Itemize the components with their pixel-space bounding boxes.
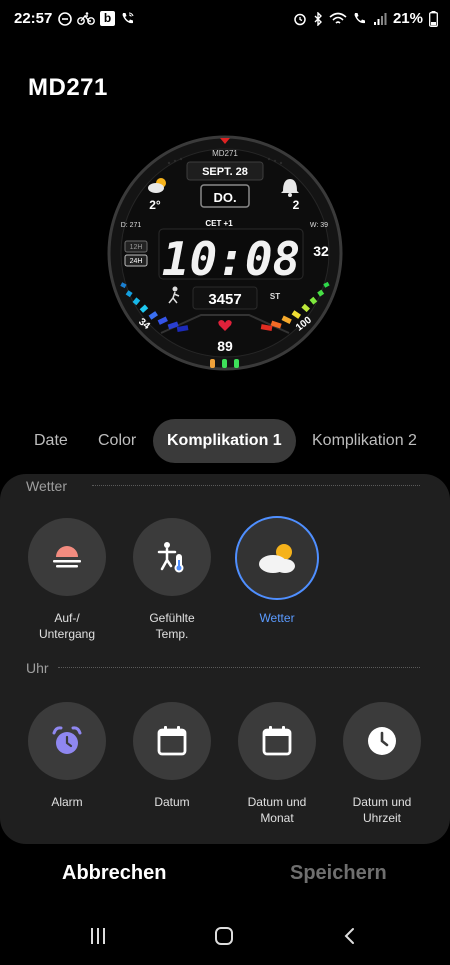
save-button[interactable]: Speichern bbox=[290, 862, 387, 885]
feels-like-temp-icon bbox=[157, 542, 184, 573]
watch-face-title: MD271 bbox=[28, 74, 108, 101]
watch-alarm-count: 2 bbox=[293, 198, 300, 212]
watch-date: SEPT. 28 bbox=[202, 166, 248, 178]
call-icon bbox=[354, 12, 365, 23]
bike-icon bbox=[77, 11, 95, 25]
watch-heart-rate: 89 bbox=[217, 338, 233, 354]
option-sunrise-sunset[interactable]: Auf-/ Untergang bbox=[12, 518, 122, 642]
option-label: Auf-/ Untergang bbox=[38, 611, 96, 641]
alarm-clock-icon bbox=[52, 726, 82, 754]
option-label: Datum bbox=[154, 795, 190, 809]
home-button[interactable] bbox=[204, 921, 244, 951]
battery-percent: 21% bbox=[392, 10, 423, 27]
weather-icon bbox=[259, 544, 295, 573]
watch-timezone: CET +1 bbox=[205, 219, 233, 228]
section-divider bbox=[58, 667, 420, 668]
system-nav-bar bbox=[0, 905, 450, 965]
option-label: Datum und Monat bbox=[247, 795, 307, 825]
watch-day-of-year: D: 271 bbox=[121, 222, 142, 229]
calendar-month-icon bbox=[262, 726, 292, 756]
tab-date[interactable]: Date bbox=[34, 419, 68, 463]
back-icon bbox=[344, 928, 354, 944]
recent-apps-icon bbox=[91, 928, 105, 944]
tab-komplikation-1[interactable]: Komplikation 1 bbox=[153, 419, 296, 463]
battery-icon bbox=[429, 10, 438, 27]
watch-steps: 3457 bbox=[208, 291, 241, 308]
watch-face-preview: MD271 SEPT. 28 DO. 2° 2 D: 271 CET +1 W:… bbox=[107, 135, 343, 371]
watch-temperature: 2° bbox=[149, 198, 161, 212]
section-divider bbox=[92, 485, 420, 486]
alarm-icon bbox=[294, 13, 306, 25]
option-weather[interactable]: Wetter bbox=[222, 516, 332, 626]
watch-steps-unit: ST bbox=[270, 292, 280, 301]
status-time: 22:57 bbox=[14, 10, 53, 27]
watch-seconds: 32 bbox=[313, 243, 329, 259]
section-title-weather: Wetter bbox=[26, 478, 67, 494]
status-bar: 22:57 b 21% bbox=[0, 0, 450, 40]
watch-format-24h: 24H bbox=[130, 258, 143, 265]
wifi-icon bbox=[329, 12, 347, 24]
minus-circle-icon bbox=[58, 11, 72, 26]
calendar-icon bbox=[157, 726, 187, 756]
complication-panel: Wetter Auf-/ Untergang Gefühlte Temp. We… bbox=[0, 474, 450, 844]
watch-time: 10:08 bbox=[162, 232, 300, 286]
tab-bar: Date Color Komplikation 1 Komplikation 2 bbox=[0, 419, 422, 463]
home-icon bbox=[215, 927, 233, 945]
option-date[interactable]: Datum bbox=[117, 702, 227, 810]
watch-week: W: 39 bbox=[310, 222, 328, 229]
cancel-button[interactable]: Abbrechen bbox=[62, 862, 166, 885]
b-app-icon: b bbox=[100, 11, 115, 26]
watch-brand: MD271 bbox=[212, 149, 238, 158]
option-label: Datum und Uhrzeit bbox=[352, 795, 412, 825]
option-date-time[interactable]: Datum und Uhrzeit bbox=[327, 702, 437, 826]
option-alarm[interactable]: Alarm bbox=[12, 702, 122, 810]
wifi-call-icon bbox=[122, 12, 134, 24]
bluetooth-icon bbox=[314, 11, 322, 26]
option-label: Gefühlte Temp. bbox=[149, 611, 195, 641]
tab-color[interactable]: Color bbox=[98, 419, 136, 463]
clock-icon bbox=[368, 727, 396, 755]
recent-apps-button[interactable] bbox=[78, 921, 118, 951]
sunrise-sunset-icon bbox=[53, 546, 81, 568]
option-feels-like-temp[interactable]: Gefühlte Temp. bbox=[117, 518, 227, 642]
watch-weekday: DO. bbox=[213, 190, 236, 205]
option-label: Wetter bbox=[259, 611, 295, 625]
option-label: Alarm bbox=[51, 795, 83, 809]
tab-komplikation-2[interactable]: Komplikation 2 bbox=[312, 419, 417, 463]
option-date-month[interactable]: Datum und Monat bbox=[222, 702, 332, 826]
signal-icon bbox=[373, 12, 387, 25]
section-title-clock: Uhr bbox=[26, 660, 49, 676]
back-button[interactable] bbox=[330, 921, 370, 951]
watch-format-12h: 12H bbox=[130, 244, 143, 251]
